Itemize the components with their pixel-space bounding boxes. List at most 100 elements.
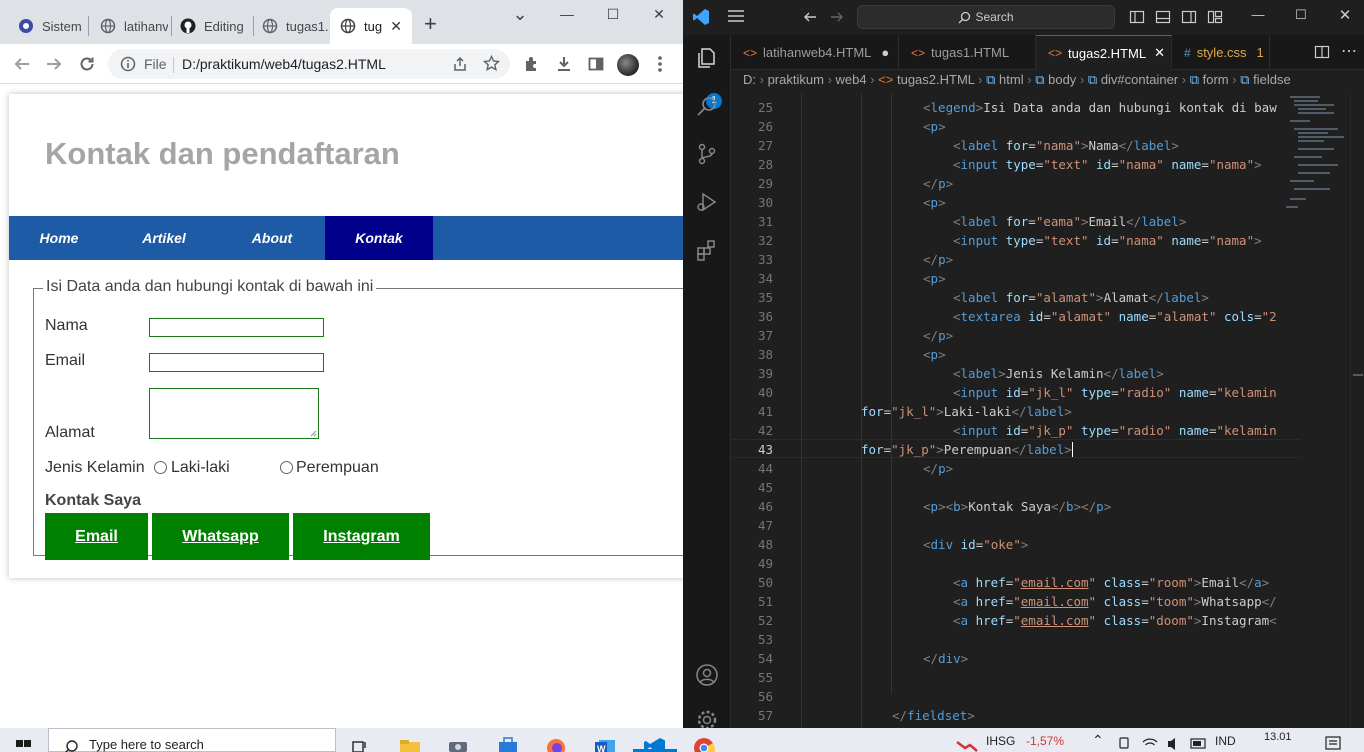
vscode-minimize-button[interactable]: — [1243,7,1273,22]
window-minimize-button[interactable]: — [547,6,587,26]
breadcrumb-item[interactable]: fieldse [1253,72,1291,87]
close-tab-icon[interactable]: ✕ [1154,45,1165,61]
task-view-icon[interactable] [350,732,374,752]
customize-layout-icon[interactable] [1207,9,1223,28]
notifications-icon[interactable] [1325,736,1341,752]
input-language[interactable]: IND [1215,734,1236,748]
editor-tab-tugas1[interactable]: <> tugas1.HTML [899,35,1036,70]
stock-label[interactable]: IHSG [986,734,1015,748]
extensions-icon[interactable] [694,237,720,263]
breadcrumb-item[interactable]: body [1048,72,1076,87]
volume-icon[interactable] [1166,736,1182,752]
search-icon[interactable] [694,93,720,119]
minimap[interactable] [1280,94,1350,224]
browser-tab-tugas2-active[interactable]: tug ✕ [330,8,412,44]
more-actions-icon[interactable]: ⋯ [1341,41,1357,61]
split-editor-icon[interactable] [1314,44,1330,63]
microsoft-store-icon[interactable] [496,732,520,752]
vscode-logo-icon [692,8,710,29]
breadcrumb-item[interactable]: D: [743,72,756,87]
window-close-button[interactable]: ✕ [639,6,679,26]
browser-tab-latihan[interactable]: latihanv [90,8,168,44]
unsaved-dot-icon[interactable]: ● [881,45,889,60]
firefox-icon[interactable] [544,732,568,752]
source-control-icon[interactable] [694,141,720,167]
meet-icon[interactable] [1118,736,1132,752]
html-file-icon: <> [878,72,894,87]
wifi-icon[interactable] [1142,736,1158,752]
email-input[interactable] [149,353,324,372]
editor-tab-style-css[interactable]: # style.css 1 [1172,35,1270,70]
taskbar-search-box[interactable]: Type here to search [48,728,336,752]
forward-arrow-icon[interactable] [42,52,66,76]
download-icon[interactable] [552,52,576,76]
vscode-maximize-button[interactable]: ☐ [1286,7,1316,23]
profile-avatar[interactable] [617,54,639,76]
resize-grip-icon[interactable] [310,430,317,437]
browser-tab-tugas1[interactable]: tugas1. [252,8,330,44]
toggle-secondary-sidebar-icon[interactable] [1181,9,1197,28]
battery-icon[interactable] [1190,736,1208,752]
bookmark-star-icon[interactable] [482,54,501,77]
menu-kebab-icon[interactable] [648,52,672,76]
tab-close-icon[interactable]: ✕ [390,18,402,35]
camera-app-icon[interactable] [446,732,470,752]
nav-back-icon[interactable] [802,9,818,28]
address-bar[interactable]: File D:/praktikum/web4/tugas2.HTML [108,49,510,79]
breadcrumb-item[interactable]: html [999,72,1024,87]
nav-about-link[interactable]: About [219,216,325,260]
radio-perempuan[interactable] [280,461,293,474]
breadcrumb-item[interactable]: web4 [836,72,867,87]
file-explorer-icon[interactable] [398,732,422,752]
vertical-scrollbar[interactable] [1350,94,1364,728]
info-icon[interactable] [120,56,136,77]
code-editor[interactable]: 25 <legend>Isi Data anda dan hubungi kont… [731,94,1364,728]
radio-laki-laki[interactable] [154,461,167,474]
stock-change[interactable]: -1,57% [1026,734,1064,748]
command-center-search[interactable]: Search [857,5,1115,29]
breadcrumb-item[interactable]: tugas2.HTML [897,72,975,87]
nav-artikel-link[interactable]: Artikel [109,216,219,260]
explorer-files-icon[interactable] [694,45,720,71]
vscode-close-button[interactable]: ✕ [1330,6,1360,24]
share-icon[interactable] [452,56,468,77]
run-debug-icon[interactable] [694,189,720,215]
word-icon[interactable]: W [593,732,617,752]
back-arrow-icon[interactable] [10,52,34,76]
chrome-taskbar-icon[interactable] [692,732,716,752]
perempuan-label[interactable]: Perempuan [296,459,379,477]
windows-start-icon[interactable] [14,732,38,752]
nama-input[interactable] [149,318,324,337]
browser-tab-editing[interactable]: Editing [170,8,254,44]
instagram-contact-button[interactable]: Instagram [293,513,430,560]
settings-gear-icon[interactable] [694,707,720,728]
editor-tab-latihanweb4[interactable]: <> latihanweb4.HTML ● [731,35,899,70]
side-panel-icon[interactable] [584,52,608,76]
toggle-sidebar-icon[interactable] [1129,9,1145,28]
whatsapp-contact-button[interactable]: Whatsapp [152,513,289,560]
code-line: 47 [757,518,773,533]
toggle-panel-icon[interactable] [1155,9,1171,28]
clock-time[interactable]: 13.01 [1264,731,1292,743]
hamburger-menu-icon[interactable] [727,9,745,26]
browser-tab-sistem[interactable]: Sistem I [8,8,84,44]
window-maximize-button[interactable]: ☐ [593,6,633,26]
url-text[interactable]: D:/praktikum/web4/tugas2.HTML [182,56,386,72]
tab-search-dropdown-icon[interactable]: ⌄ [500,4,540,24]
nav-forward-icon[interactable] [829,9,845,28]
chevron-up-icon[interactable]: ⌃ [1092,732,1104,749]
reload-icon[interactable] [75,52,99,76]
breadcrumb-item[interactable]: form [1203,72,1229,87]
editor-tab-tugas2-active[interactable]: <> tugas2.HTML ✕ [1036,35,1172,70]
laki-laki-label[interactable]: Laki-laki [171,459,230,477]
accounts-icon[interactable] [694,662,720,688]
nav-home-link[interactable]: Home [9,216,109,260]
nav-kontak-link[interactable]: Kontak [325,216,433,260]
breadcrumb-item[interactable]: div#container [1101,72,1178,87]
extensions-puzzle-icon[interactable] [520,52,544,76]
new-tab-button[interactable]: + [424,13,437,35]
email-contact-button[interactable]: Email [45,513,148,560]
alamat-textarea[interactable] [149,388,319,439]
site-icon [18,18,34,34]
breadcrumb-item[interactable]: praktikum [768,72,824,87]
